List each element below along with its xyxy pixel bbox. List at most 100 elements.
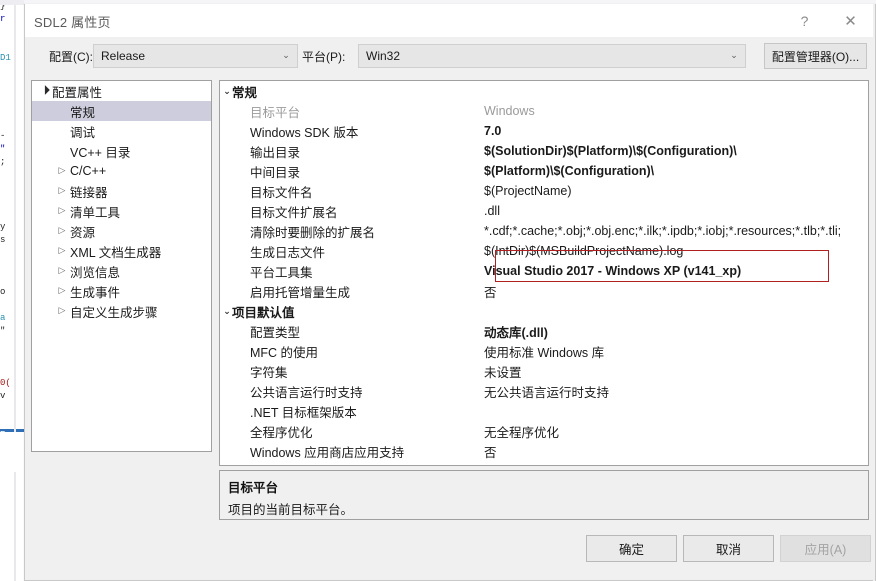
grid-property-row[interactable]: MFC 的使用 使用标准 Windows 库 [220,341,868,361]
configuration-combo[interactable]: Release ⌄ [93,44,298,68]
tree-item-label: XML 文档生成器 [70,245,162,260]
grid-category-label: ⌄ 常规 [220,82,484,101]
chevron-down-icon[interactable]: ⌄ [220,302,234,321]
tree-item-2[interactable]: 调试 [32,121,211,141]
chevron-right-icon[interactable] [54,246,70,256]
grid-property-row[interactable]: 配置类型 动态库(.dll) [220,321,868,341]
tree-item-6[interactable]: 清单工具 [32,201,211,221]
chevron-right-icon[interactable] [54,306,70,316]
tree-item-label: 配置属性 [52,85,103,100]
close-icon[interactable]: ✕ [828,4,873,37]
grid-property-row[interactable]: 生成日志文件 $(IntDir)$(MSBuildProjectName).log [220,241,868,261]
property-pages-dialog: SDL2 属性页 ? ✕ 配置(C): Release ⌄ 平台(P): Win… [24,4,876,581]
chevron-down-icon[interactable]: ⌄ [220,82,234,101]
chevron-right-icon[interactable] [54,286,70,296]
dialog-titlebar: SDL2 属性页 ? ✕ [25,4,875,37]
chevron-right-icon[interactable] [54,166,70,176]
platform-combo-value: Win32 [366,49,401,63]
grid-property-name: 公共语言运行时支持 [250,385,363,400]
grid-property-value[interactable]: *.cdf;*.cache;*.obj;*.obj.enc;*.ilk;*.ip… [484,224,868,238]
configuration-manager-label: 配置管理器(O)... [771,49,860,64]
help-icon[interactable]: ? [782,4,827,37]
grid-property-name: 输出目录 [250,145,301,160]
grid-property-value[interactable]: 无全程序优化 [484,422,868,441]
grid-property-row[interactable]: Windows SDK 版本 7.0 [220,121,868,141]
dialog-title: SDL2 属性页 [34,15,111,30]
grid-category-row[interactable]: ⌄ 项目默认值 [220,301,868,321]
grid-property-name: 目标文件扩展名 [250,205,338,220]
code-line: 0( [0,378,11,388]
grid-property-value[interactable]: Windows [484,104,868,118]
ok-button[interactable]: 确定 [586,535,677,562]
grid-property-value[interactable]: $(SolutionDir)$(Platform)\$(Configuratio… [484,144,868,158]
tree-item-10[interactable]: 生成事件 [32,281,211,301]
grid-property-row[interactable]: 启用托管增量生成 否 [220,281,868,301]
grid-property-value[interactable]: 使用标准 Windows 库 [484,342,868,361]
tree-item-5[interactable]: 链接器 [32,181,211,201]
tree-item-1[interactable]: 常规 [32,101,211,121]
grid-property-row[interactable]: 中间目录 $(Platform)\$(Configuration)\ [220,161,868,181]
configuration-manager-button[interactable]: 配置管理器(O)... [764,43,867,69]
editor-gutter [14,0,16,581]
chevron-right-icon[interactable] [54,186,70,196]
grid-property-value[interactable]: 否 [484,282,868,301]
grid-property-row[interactable]: 目标文件名 $(ProjectName) [220,181,868,201]
property-category-tree[interactable]: 配置属性常规调试 VC++ 目录 C/C++ 链接器清单工具资源 XML 文档生成器浏览… [31,80,212,452]
chevron-right-icon[interactable] [54,266,70,276]
grid-property-value[interactable]: 无公共语言运行时支持 [484,382,868,401]
grid-category-text: 项目默认值 [232,305,295,320]
grid-property-row[interactable]: Windows 应用商店应用支持 否 [220,441,868,461]
configuration-label: 配置(C): [49,50,93,64]
grid-property-row[interactable]: 输出目录 $(SolutionDir)$(Platform)\$(Configur… [220,141,868,161]
grid-property-row[interactable]: 目标文件扩展名 .dll [220,201,868,221]
tree-item-11[interactable]: 自定义生成步骤 [32,301,211,321]
apply-button-label: 应用(A) [804,543,847,557]
tree-item-label: 常规 [70,105,96,120]
grid-property-row[interactable]: 清除时要删除的扩展名 *.cdf;*.cache;*.obj;*.obj.enc;… [220,221,868,241]
grid-property-value[interactable]: 动态库(.dll) [484,322,868,341]
grid-category-row[interactable]: ⌄ 常规 [220,81,868,101]
tree-item-8[interactable]: XML 文档生成器 [32,241,211,261]
grid-property-value[interactable]: $(IntDir)$(MSBuildProjectName).log [484,244,868,258]
grid-property-value[interactable]: 未设置 [484,362,868,381]
tree-item-7[interactable]: 资源 [32,221,211,241]
grid-property-value[interactable]: 7.0 [484,124,868,138]
property-grid[interactable]: ⌄ 常规 目标平台 Windows Windows SDK 版本 7.0 输出目录 $(Sol… [219,80,869,466]
grid-property-value[interactable]: .dll [484,204,868,218]
grid-property-name: 目标文件名 [250,185,313,200]
grid-property-row[interactable]: 字符集 未设置 [220,361,868,381]
tree-item-4[interactable]: C/C++ [32,161,211,181]
tree-item-9[interactable]: 浏览信息 [32,261,211,281]
grid-property-row[interactable]: 平台工具集 Visual Studio 2017 - Windows XP (v1… [220,261,868,281]
chevron-right-icon[interactable] [54,206,70,216]
tree-item-3[interactable]: VC++ 目录 [32,141,211,161]
grid-property-name: 启用托管增量生成 [250,285,351,300]
grid-property-value[interactable]: 否 [484,442,868,461]
tree-item-label: 生成事件 [70,285,121,300]
dialog-button-bar: 确定 取消 应用(A) [25,524,875,581]
ok-button-label: 确定 [618,543,644,557]
tree-item-0[interactable]: 配置属性 [32,81,211,101]
chevron-right-icon[interactable] [54,226,70,236]
platform-combo[interactable]: Win32 ⌄ [358,44,746,68]
code-line: " [0,326,6,336]
grid-property-value[interactable]: Visual Studio 2017 - Windows XP (v141_xp… [484,264,868,278]
grid-property-value[interactable]: $(Platform)\$(Configuration)\ [484,164,868,178]
chevron-down-icon[interactable] [36,86,52,96]
grid-property-name: MFC 的使用 [250,345,319,360]
grid-property-row[interactable]: 全程序优化 无全程序优化 [220,421,868,441]
editor-lower-fill [0,432,24,472]
grid-property-row[interactable]: .NET 目标框架版本 [220,401,868,421]
grid-property-value[interactable]: $(ProjectName) [484,184,868,198]
grid-property-row[interactable]: 公共语言运行时支持 无公共语言运行时支持 [220,381,868,401]
code-editor-strip: }r D1 -"; ys o a" 0(v E [0,0,24,581]
chevron-down-icon: ⌄ [730,51,738,61]
cancel-button[interactable]: 取消 [683,535,774,562]
grid-property-row[interactable]: 目标平台 Windows [220,101,868,121]
